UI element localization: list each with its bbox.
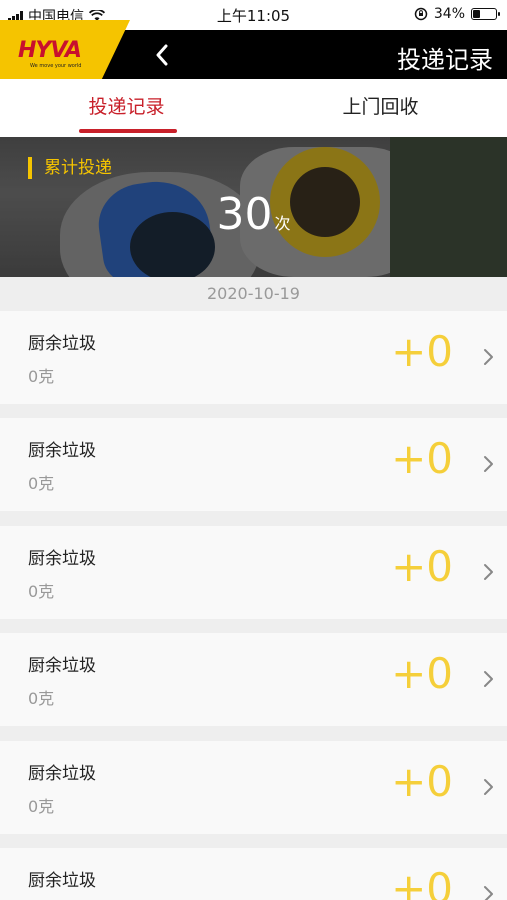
hyva-logo: HYVA We move your world: [0, 20, 130, 80]
record-name: 厨余垃圾: [28, 549, 96, 569]
tab-door-pickup[interactable]: 上门回收: [254, 79, 507, 137]
page-title: 投递记录: [397, 46, 493, 74]
record-name: 厨余垃圾: [28, 441, 96, 461]
orientation-lock-icon: [414, 7, 428, 21]
summary-count-unit: 次: [274, 214, 291, 233]
record-card[interactable]: 厨余垃圾 0克 +0: [0, 526, 507, 619]
record-name: 厨余垃圾: [28, 764, 96, 784]
page: 中国电信 上午11:05 34% HYVA We move your world: [0, 0, 507, 900]
summary-label: 累计投递: [28, 157, 112, 179]
record-points: +0: [391, 542, 453, 591]
record-weight: 0克: [28, 797, 55, 816]
chevron-right-icon: [484, 671, 493, 687]
record-weight: 0克: [28, 474, 55, 493]
record-card[interactable]: 厨余垃圾 0克 +0: [0, 418, 507, 511]
battery-percent: 34%: [433, 6, 465, 22]
record-card[interactable]: 厨余垃圾 0克 +0: [0, 741, 507, 834]
record-card[interactable]: 厨余垃圾 +0: [0, 848, 507, 900]
summary-count: 30 次: [0, 189, 507, 240]
battery-icon: [471, 8, 500, 20]
back-button[interactable]: [150, 42, 174, 68]
active-tab-indicator: [79, 129, 177, 133]
app-header: HYVA We move your world 投递记录: [0, 20, 507, 80]
record-points: +0: [391, 434, 453, 483]
record-name: 厨余垃圾: [28, 871, 96, 891]
record-card[interactable]: 厨余垃圾 0克 +0: [0, 633, 507, 726]
record-name: 厨余垃圾: [28, 656, 96, 676]
record-points: +0: [391, 649, 453, 698]
record-points: +0: [391, 864, 453, 900]
record-weight: 0克: [28, 582, 55, 601]
date-header: 2020-10-19: [207, 284, 300, 303]
summary-count-value: 30: [216, 189, 273, 240]
summary-banner: 累计投递 30 次: [0, 137, 507, 277]
record-points: +0: [391, 757, 453, 806]
status-right: 34%: [414, 6, 500, 22]
tab-bar: 投递记录 上门回收: [0, 79, 507, 137]
record-points: +0: [391, 327, 453, 376]
chevron-left-icon: [156, 44, 168, 66]
record-card[interactable]: 厨余垃圾 0克 +0: [0, 311, 507, 404]
chevron-right-icon: [484, 886, 493, 900]
record-name: 厨余垃圾: [28, 334, 96, 354]
chevron-right-icon: [484, 564, 493, 580]
chevron-right-icon: [484, 456, 493, 472]
chevron-right-icon: [484, 349, 493, 365]
record-weight: 0克: [28, 689, 55, 708]
record-weight: 0克: [28, 367, 55, 386]
chevron-right-icon: [484, 779, 493, 795]
